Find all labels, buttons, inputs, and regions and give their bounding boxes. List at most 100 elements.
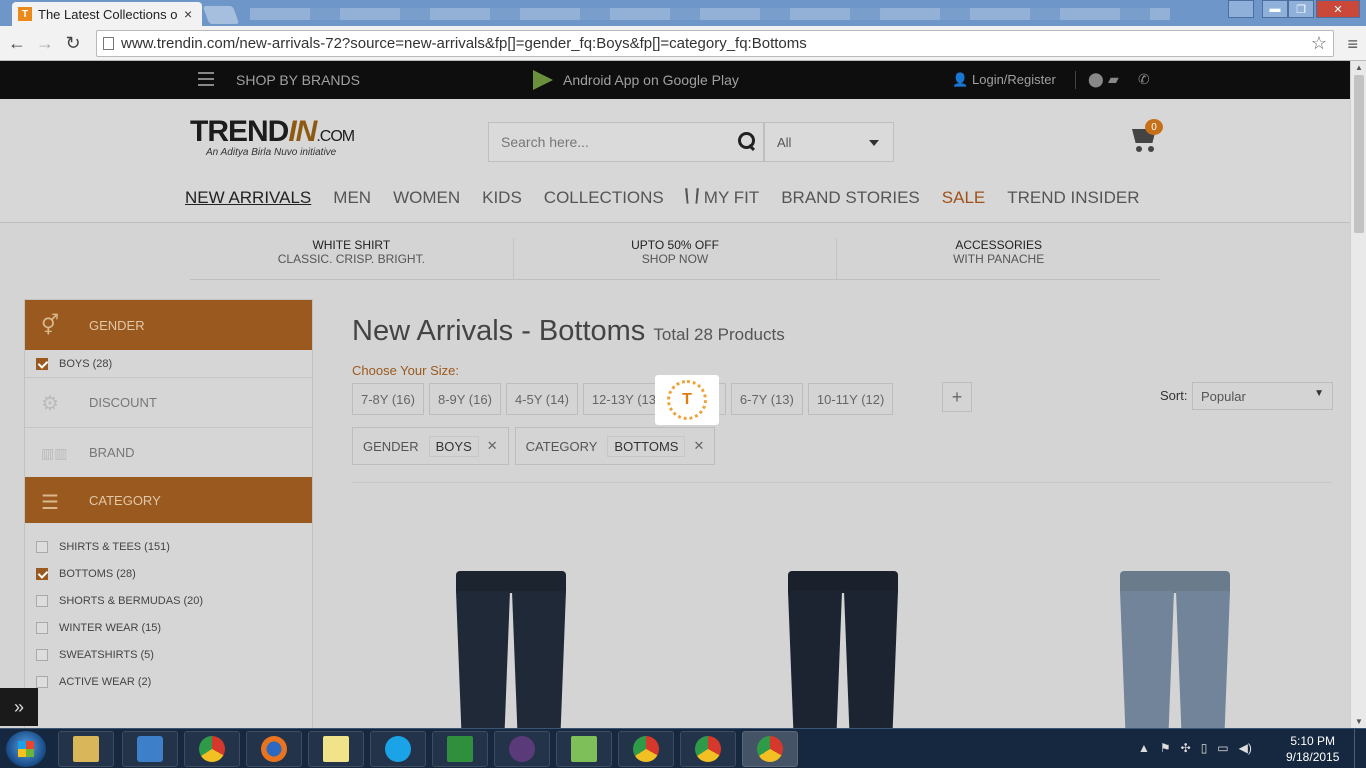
search-input[interactable]: Search here... <box>488 122 764 162</box>
web-page: SHOP BY BRANDS Android App on Google Pla… <box>0 61 1350 728</box>
close-window-button[interactable]: ✕ <box>1316 0 1360 18</box>
list-icon: ☰ <box>41 492 59 514</box>
facet-discount-header[interactable]: ⚙ DISCOUNT <box>25 377 312 427</box>
checkbox[interactable] <box>36 358 48 370</box>
nav-new-arrivals[interactable]: NEW ARRIVALS <box>185 188 311 208</box>
product-image[interactable] <box>788 571 898 728</box>
remove-filter-icon[interactable]: ✕ <box>693 438 704 454</box>
media-player-taskbar-icon[interactable] <box>122 731 178 767</box>
nav-my-fit[interactable]: MY FIT <box>684 188 759 208</box>
more-sizes-button[interactable]: + <box>942 382 972 412</box>
browser-titlebar: T The Latest Collections on × ▬ ❐ ✕ <box>0 0 1366 26</box>
login-register-link[interactable]: Login/Register <box>972 72 1056 87</box>
facet-gender-header[interactable]: ⚥ GENDER <box>25 300 312 350</box>
expand-sidebar-button[interactable]: » <box>0 688 38 726</box>
promo-white-shirt[interactable]: WHITE SHIRT CLASSIC. CRISP. BRIGHT. <box>190 238 514 279</box>
start-button[interactable] <box>6 731 46 767</box>
trendin-logo[interactable]: TRENDIN.COM An Aditya Birla Nuvo initiat… <box>190 115 360 161</box>
browser-menu-icon[interactable]: ≡ <box>1347 34 1358 55</box>
bookmark-star-icon[interactable]: ☆ <box>1311 33 1327 54</box>
location-icon[interactable]: ⬤ <box>1088 71 1104 88</box>
sort-select[interactable]: Popular ▼ <box>1192 382 1333 410</box>
size-options: 7-8Y (16) 8-9Y (16) 4-5Y (14) 12-13Y (13… <box>352 383 898 415</box>
scrollbar-thumb[interactable] <box>1354 75 1364 233</box>
size-chip[interactable]: 6-7Y (13) <box>730 383 803 415</box>
scroll-up-icon[interactable]: ▲ <box>1355 63 1363 72</box>
tab-title: The Latest Collections on <box>38 6 178 22</box>
facet-category-header[interactable]: ☰ CATEGORY <box>25 477 312 523</box>
address-bar[interactable]: www.trendin.com/new-arrivals-72?source=n… <box>96 30 1334 57</box>
logo-text-2: IN <box>288 115 317 148</box>
taskbar-clock[interactable]: 5:10 PM 9/18/2015 <box>1286 733 1339 765</box>
nav-kids[interactable]: KIDS <box>482 188 522 208</box>
forward-icon[interactable]: → <box>34 32 56 54</box>
facet-brand-header[interactable]: ▥▥ BRAND <box>25 427 312 477</box>
facet-option-label: SHIRTS & TEES (151) <box>59 540 170 553</box>
checkbox[interactable] <box>36 541 48 553</box>
explorer-taskbar-icon[interactable] <box>58 731 114 767</box>
delivery-truck-icon[interactable]: ▰ <box>1108 71 1119 88</box>
size-chip[interactable]: 4-5Y (14) <box>505 383 578 415</box>
size-chip[interactable]: 10-11Y (12) <box>807 383 894 415</box>
scroll-down-icon[interactable]: ▼ <box>1355 717 1363 726</box>
phone-icon[interactable]: ✆ <box>1138 71 1150 88</box>
facet-option-winter[interactable]: WINTER WEAR (15) <box>25 614 312 641</box>
nav-men[interactable]: MEN <box>333 188 371 208</box>
checkbox[interactable] <box>36 622 48 634</box>
nav-collections[interactable]: COLLECTIONS <box>544 188 664 208</box>
nav-trend-insider[interactable]: TREND INSIDER <box>1007 188 1139 208</box>
browser-tab[interactable]: T The Latest Collections on × <box>12 2 202 26</box>
size-chip[interactable]: 8-9Y (16) <box>428 383 501 415</box>
checkbox[interactable] <box>36 595 48 607</box>
maximize-button[interactable]: ❐ <box>1288 0 1314 18</box>
editor-taskbar-icon[interactable] <box>556 731 612 767</box>
search-category-select[interactable]: All <box>764 122 894 162</box>
spreadsheet-taskbar-icon[interactable] <box>432 731 488 767</box>
nav-sale[interactable]: SALE <box>942 188 985 208</box>
product-image[interactable] <box>456 571 566 728</box>
skype-taskbar-icon[interactable] <box>370 731 426 767</box>
chrome-taskbar-icon[interactable] <box>618 731 674 767</box>
back-icon[interactable]: ← <box>6 32 28 54</box>
java-ide-taskbar-icon[interactable] <box>494 731 550 767</box>
remove-filter-icon[interactable]: ✕ <box>487 438 498 454</box>
window-extra-button[interactable] <box>1228 0 1254 18</box>
promo-accessories[interactable]: ACCESSORIES WITH PANACHE <box>837 238 1160 279</box>
size-chip[interactable]: 7-8Y (16) <box>352 383 424 415</box>
facet-option-shorts[interactable]: SHORTS & BERMUDAS (20) <box>25 587 312 614</box>
hamburger-icon[interactable] <box>198 72 214 86</box>
minimize-button[interactable]: ▬ <box>1262 0 1288 18</box>
checkbox[interactable] <box>36 649 48 661</box>
facet-option-boys[interactable]: BOYS (28) <box>25 350 312 377</box>
facet-option-bottoms[interactable]: BOTTOMS (28) <box>25 560 312 587</box>
checkbox[interactable] <box>36 568 48 580</box>
search-icon[interactable] <box>738 132 756 150</box>
facet-option-sweatshirts[interactable]: SWEATSHIRTS (5) <box>25 641 312 668</box>
chrome-taskbar-icon[interactable] <box>184 731 240 767</box>
show-desktop-button[interactable] <box>1354 729 1366 768</box>
tab-close-icon[interactable]: × <box>184 6 192 22</box>
facet-option-activewear[interactable]: ACTIVE WEAR (2) <box>25 668 312 695</box>
vertical-scrollbar[interactable]: ▲ ▼ <box>1350 61 1366 728</box>
nav-women[interactable]: WOMEN <box>393 188 460 208</box>
product-image[interactable] <box>1120 571 1230 728</box>
facet-option-label: SHORTS & BERMUDAS (20) <box>59 594 204 607</box>
sort-label: Sort: <box>1160 388 1188 403</box>
android-app-link[interactable]: Android App on Google Play <box>563 72 739 88</box>
chrome-taskbar-icon[interactable] <box>680 731 736 767</box>
new-tab-button[interactable] <box>202 6 240 24</box>
nav-brand-stories[interactable]: BRAND STORIES <box>781 188 920 208</box>
promo-sale[interactable]: UPTO 50% OFF SHOP NOW <box>514 238 838 279</box>
filter-value: BOYS <box>428 435 479 457</box>
checkbox[interactable] <box>36 676 48 688</box>
firefox-taskbar-icon[interactable] <box>246 731 302 767</box>
shop-by-brands-link[interactable]: SHOP BY BRANDS <box>236 72 360 88</box>
reload-icon[interactable]: ↻ <box>62 32 84 54</box>
sticky-notes-taskbar-icon[interactable] <box>308 731 364 767</box>
browser-toolbar: ← → ↻ www.trendin.com/new-arrivals-72?so… <box>0 26 1366 61</box>
promo-subtitle: CLASSIC. CRISP. BRIGHT. <box>277 252 425 266</box>
system-tray[interactable]: ▲ ⚑ ✣ ▯ ▭ ◀) <box>1138 741 1252 755</box>
windows-taskbar: ▲ ⚑ ✣ ▯ ▭ ◀) 5:10 PM 9/18/2015 <box>0 728 1366 768</box>
facet-option-shirts[interactable]: SHIRTS & TEES (151) <box>25 533 312 560</box>
chrome-taskbar-icon-active[interactable] <box>742 731 798 767</box>
